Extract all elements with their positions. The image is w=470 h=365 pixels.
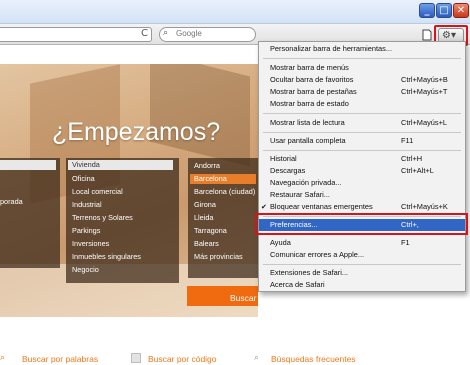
hero-title: ¿Empezamos? bbox=[52, 118, 221, 146]
frequent-searches-link[interactable]: Búsquedas frecuentes bbox=[271, 354, 356, 364]
menu-item-shortcut: Ctrl+Mayús+K bbox=[401, 202, 448, 211]
list-item-selected[interactable]: Vivienda bbox=[68, 160, 173, 170]
menu-item-shortcut: F1 bbox=[401, 238, 410, 247]
menu-item-reading-list[interactable]: Mostrar lista de lectura Ctrl+Mayús+L bbox=[259, 117, 465, 129]
menu-item-label: Mostrar barra de menús bbox=[270, 63, 349, 72]
list-item[interactable]: Terrenos y Solares bbox=[72, 213, 133, 222]
list-item[interactable]: Andorra bbox=[194, 161, 220, 170]
menu-item-label: Extensiones de Safari... bbox=[270, 268, 349, 277]
menu-item-show-menu-bar[interactable]: Mostrar barra de menús bbox=[259, 62, 465, 74]
list-item[interactable]: Inversiones bbox=[72, 239, 109, 248]
menu-separator bbox=[263, 150, 461, 151]
menu-item-label: Navegación privada... bbox=[270, 178, 342, 187]
list-item[interactable]: Negocio bbox=[72, 265, 99, 274]
menu-item-fullscreen[interactable]: Usar pantalla completa F11 bbox=[259, 135, 465, 147]
menu-item-label: Restaurar Safari... bbox=[270, 190, 330, 199]
list-item[interactable]: Industrial bbox=[72, 200, 102, 209]
search-icon: ⌕ bbox=[163, 28, 169, 38]
preferences-annotation-frame bbox=[255, 213, 468, 235]
menu-item-shortcut: Ctrl+Mayús+T bbox=[401, 87, 448, 96]
menu-item-label: Mostrar barra de pestañas bbox=[270, 87, 357, 96]
settings-menu: Personalizar barra de herramientas... Mo… bbox=[258, 41, 466, 292]
list-item[interactable]: Barcelona (ciudad) bbox=[194, 187, 255, 196]
menu-separator bbox=[263, 113, 461, 114]
menu-item-shortcut: Ctrl+Alt+L bbox=[401, 166, 434, 175]
menu-item-reset-safari[interactable]: Restaurar Safari... bbox=[259, 189, 465, 201]
menu-item-extensions[interactable]: Extensiones de Safari... bbox=[259, 267, 465, 279]
menu-item-help[interactable]: Ayuda F1 bbox=[259, 237, 465, 249]
hero-box-shape bbox=[150, 64, 250, 167]
list-item[interactable]: Oficina bbox=[72, 174, 95, 183]
menu-item-show-status-bar[interactable]: Mostrar barra de estado bbox=[259, 98, 465, 110]
window-titlebar: _ □ ✕ bbox=[0, 0, 470, 24]
search-input[interactable] bbox=[176, 29, 254, 38]
search-by-code-link[interactable]: Buscar por código bbox=[148, 354, 217, 364]
search-button-label: Buscar bbox=[230, 293, 257, 303]
search-column-operation: porada bbox=[0, 158, 60, 268]
menu-item-shortcut: F11 bbox=[401, 136, 414, 145]
menu-separator bbox=[263, 132, 461, 133]
minimize-button[interactable]: _ bbox=[419, 3, 435, 18]
code-icon bbox=[131, 353, 141, 363]
menu-item-label: Personalizar barra de herramientas... bbox=[270, 44, 393, 53]
checkmark-icon: ✔ bbox=[261, 203, 267, 211]
menu-item-customize-toolbar[interactable]: Personalizar barra de herramientas... bbox=[259, 43, 465, 55]
menu-item-label: Acerca de Safari bbox=[270, 280, 325, 289]
close-button[interactable]: ✕ bbox=[453, 3, 469, 18]
maximize-button[interactable]: □ bbox=[436, 3, 452, 18]
menu-item-label: Comunicar errores a Apple... bbox=[270, 250, 365, 259]
menu-item-shortcut: Ctrl+Mayús+L bbox=[401, 118, 448, 127]
search-icon: ⌕ bbox=[0, 353, 6, 363]
list-item[interactable]: porada bbox=[0, 197, 23, 206]
menu-item-label: Descargas bbox=[270, 166, 306, 175]
menu-item-show-tab-bar[interactable]: Mostrar barra de pestañas Ctrl+Mayús+T bbox=[259, 86, 465, 98]
list-item[interactable]: Local comercial bbox=[72, 187, 123, 196]
menu-item-report-bugs[interactable]: Comunicar errores a Apple... bbox=[259, 249, 465, 261]
list-item-selected[interactable] bbox=[0, 160, 56, 170]
menu-separator bbox=[263, 58, 461, 59]
menu-item-label: Mostrar lista de lectura bbox=[270, 118, 345, 127]
list-item[interactable]: Balears bbox=[194, 239, 219, 248]
menu-item-label: Ayuda bbox=[270, 238, 291, 247]
menu-item-label: Historial bbox=[270, 154, 297, 163]
menu-item-downloads[interactable]: Descargas Ctrl+Alt+L bbox=[259, 165, 465, 177]
reload-icon[interactable]: C bbox=[141, 28, 148, 39]
menu-item-label: Ocultar barra de favoritos bbox=[270, 75, 354, 84]
menu-item-label: Bloquear ventanas emergentes bbox=[270, 202, 373, 211]
menu-item-label: Usar pantalla completa bbox=[270, 136, 346, 145]
menu-item-block-popups[interactable]: ✔ Bloquear ventanas emergentes Ctrl+Mayú… bbox=[259, 201, 465, 213]
menu-item-shortcut: Ctrl+Mayús+B bbox=[401, 75, 448, 84]
list-item-selected[interactable]: Barcelona bbox=[190, 174, 256, 184]
search-column-location: Andorra Barcelona Barcelona (ciudad) Gir… bbox=[188, 158, 258, 278]
menu-item-label: Mostrar barra de estado bbox=[270, 99, 349, 108]
list-item[interactable]: Parkings bbox=[72, 226, 100, 235]
menu-item-history[interactable]: Historial Ctrl+H bbox=[259, 153, 465, 165]
menu-item-shortcut: Ctrl+H bbox=[401, 154, 423, 163]
menu-separator bbox=[263, 264, 461, 265]
list-item[interactable]: Lleida bbox=[194, 213, 213, 222]
page-menu-icon[interactable] bbox=[421, 29, 433, 41]
search-icon: ⌕ bbox=[254, 353, 260, 363]
list-item[interactable]: Girona bbox=[194, 200, 216, 209]
list-item[interactable]: Inmuebles singulares bbox=[72, 252, 141, 261]
search-column-type: Vivienda Oficina Local comercial Industr… bbox=[66, 158, 179, 283]
search-by-words-link[interactable]: Buscar por palabras bbox=[22, 354, 98, 364]
menu-item-private-browsing[interactable]: Navegación privada... bbox=[259, 177, 465, 189]
search-field[interactable]: ⌕ bbox=[159, 27, 256, 42]
address-bar[interactable]: C bbox=[0, 27, 152, 42]
menu-item-about-safari[interactable]: Acerca de Safari bbox=[259, 279, 465, 291]
list-item[interactable]: Más provincias bbox=[194, 252, 243, 261]
menu-item-hide-favorites-bar[interactable]: Ocultar barra de favoritos Ctrl+Mayús+B bbox=[259, 74, 465, 86]
list-item[interactable]: Tarragona bbox=[194, 226, 227, 235]
